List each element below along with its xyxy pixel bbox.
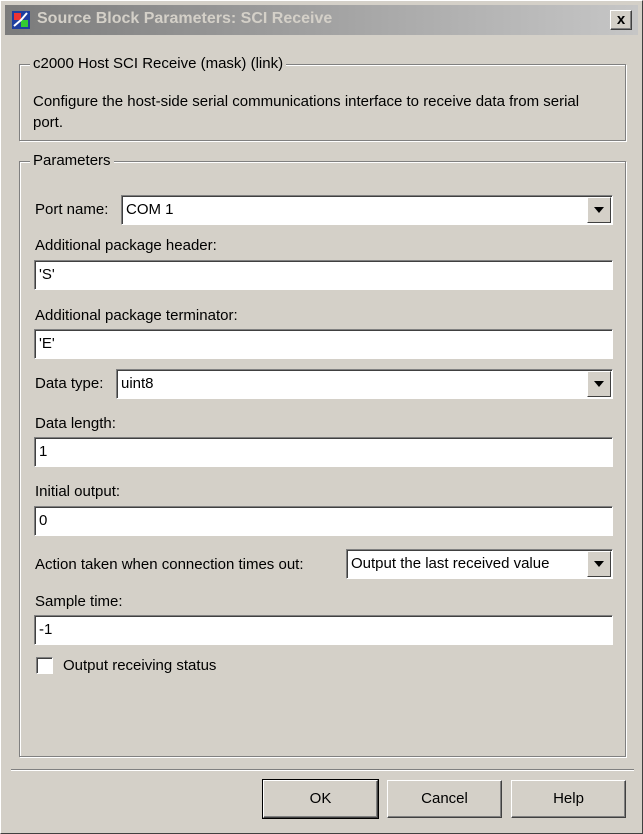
output-status-label[interactable]: Output receiving status — [63, 657, 216, 674]
title-bar[interactable]: Source Block Parameters: SCI Receive x — [5, 5, 638, 35]
data-type-label: Data type: — [35, 375, 104, 392]
dialog-window: Source Block Parameters: SCI Receive x c… — [0, 0, 643, 834]
ok-button[interactable]: OK — [262, 779, 379, 819]
chevron-down-icon[interactable] — [587, 197, 611, 223]
timeout-action-label: Action taken when connection times out: — [35, 556, 304, 573]
chevron-down-icon[interactable] — [587, 371, 611, 397]
data-type-dropdown[interactable]: uint8 — [116, 369, 613, 399]
window-title: Source Block Parameters: SCI Receive — [37, 10, 333, 27]
initial-output-input[interactable]: 0 — [34, 506, 613, 536]
timeout-action-dropdown[interactable]: Output the last received value — [346, 549, 613, 579]
sample-time-label: Sample time: — [35, 593, 123, 610]
timeout-action-value: Output the last received value — [351, 555, 550, 572]
cancel-button[interactable]: Cancel — [387, 780, 502, 818]
description-group: c2000 Host SCI Receive (mask) (link) Con… — [19, 55, 626, 141]
package-header-label: Additional package header: — [35, 237, 217, 254]
output-status-checkbox[interactable] — [36, 657, 53, 674]
package-terminator-label: Additional package terminator: — [35, 307, 238, 324]
chevron-down-icon[interactable] — [587, 551, 611, 577]
close-icon: x — [616, 11, 626, 28]
port-name-value: COM 1 — [126, 201, 174, 218]
data-length-input[interactable]: 1 — [34, 437, 613, 467]
help-button[interactable]: Help — [511, 780, 626, 818]
description-text: Configure the host-side serial communica… — [33, 93, 580, 131]
initial-output-label: Initial output: — [35, 483, 121, 500]
port-name-label: Port name: — [35, 201, 109, 218]
data-length-label: Data length: — [35, 415, 116, 432]
close-button[interactable]: x — [610, 10, 632, 30]
package-terminator-input[interactable]: 'E' — [34, 329, 613, 359]
parameters-group-title: Parameters — [30, 152, 114, 169]
button-separator — [11, 769, 634, 771]
port-name-dropdown[interactable]: COM 1 — [121, 195, 613, 225]
package-header-input[interactable]: 'S' — [34, 260, 613, 290]
simulink-block-icon — [12, 11, 30, 29]
sample-time-input[interactable]: -1 — [34, 615, 613, 645]
description-group-title: c2000 Host SCI Receive (mask) (link) — [30, 55, 287, 72]
data-type-value: uint8 — [121, 375, 154, 392]
